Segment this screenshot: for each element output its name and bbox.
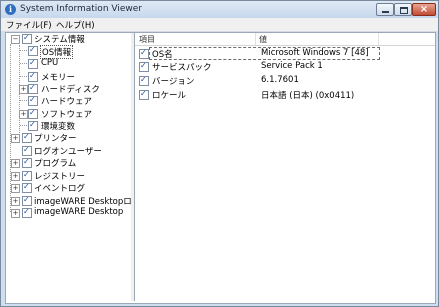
expand-icon[interactable]: +	[19, 85, 28, 94]
expand-icon[interactable]: +	[11, 159, 20, 168]
tree-connector-line	[20, 125, 27, 126]
client-area: − システム情報 OS情報 CPU メモリー +	[5, 32, 436, 304]
row-checkbox[interactable]	[139, 89, 149, 100]
tree-checkbox[interactable]	[28, 108, 38, 119]
tree-checkbox[interactable]	[28, 95, 38, 106]
expand-icon[interactable]: +	[19, 110, 28, 119]
list-row-version[interactable]: バージョン 6.1.7601	[135, 74, 435, 87]
tree-checkbox[interactable]	[28, 58, 38, 69]
list-row-service-pack[interactable]: サービスパック Service Pack 1	[135, 60, 435, 73]
info-app-icon: i	[5, 4, 16, 15]
title-bar[interactable]: i System Information Viewer ×	[1, 1, 438, 18]
details-list[interactable]: 項目 値 OS名 Microsoft Windows 7 [48] サービスパッ…	[135, 33, 435, 301]
column-header-item[interactable]: 項目	[139, 34, 155, 45]
tree-checkbox[interactable]	[22, 207, 32, 218]
menu-bar: ファイル(F) ヘルプ(H)	[1, 18, 438, 32]
tree-connector-line	[20, 100, 27, 101]
column-divider[interactable]	[378, 33, 379, 45]
collapse-icon[interactable]: −	[11, 35, 20, 44]
row-checkbox[interactable]	[139, 48, 149, 59]
tree-checkbox[interactable]	[22, 33, 32, 44]
tree-item-label: imageWARE Desktopログフ	[34, 197, 132, 207]
list-row-os-name[interactable]: OS名 Microsoft Windows 7 [48]	[135, 47, 435, 60]
cell-value: 6.1.7601	[261, 75, 299, 85]
cell-value: Service Pack 1	[261, 61, 323, 71]
tree-checkbox[interactable]	[22, 145, 32, 156]
category-tree[interactable]: − システム情報 OS情報 CPU メモリー +	[6, 33, 132, 301]
tree-item-label: ハードディスク	[41, 85, 100, 95]
tree-item-label: レジストリー	[34, 172, 86, 182]
expand-icon[interactable]: +	[11, 197, 20, 206]
tree-connector-line	[20, 76, 27, 77]
cell-item: ロケール	[152, 91, 187, 101]
expand-icon[interactable]: +	[11, 209, 20, 218]
list-header: 項目 値	[135, 33, 435, 46]
tree-checkbox[interactable]	[22, 182, 32, 193]
tree-connector-line	[20, 50, 27, 51]
close-button[interactable]: ×	[412, 3, 436, 16]
tree-item-label: imageWARE Desktop	[34, 207, 124, 217]
tree-item-label: ログオンユーザー	[34, 147, 102, 157]
menu-help[interactable]: ヘルプ(H)	[56, 19, 95, 31]
tree-checkbox[interactable]	[22, 170, 32, 181]
app-window: i System Information Viewer × ファイル(F) ヘル…	[0, 0, 439, 307]
expand-icon[interactable]: +	[11, 134, 20, 143]
tree-item-label: ソフトウェア	[41, 110, 93, 120]
tree-item-label: 環境変数	[41, 122, 76, 132]
cell-value: Microsoft Windows 7 [48]	[261, 48, 369, 58]
cell-item: OS名	[152, 50, 173, 60]
tree-item-label: プログラム	[34, 159, 77, 169]
close-icon: ×	[419, 4, 429, 15]
tree-checkbox[interactable]	[22, 195, 32, 206]
column-header-value[interactable]: 値	[259, 34, 267, 45]
tree-checkbox[interactable]	[22, 132, 32, 143]
tree-connector-line	[20, 63, 27, 64]
expand-icon[interactable]: +	[11, 184, 20, 193]
maximize-button[interactable]	[394, 3, 412, 16]
tree-item-label: ハードウェア	[41, 97, 93, 107]
tree-checkbox[interactable]	[28, 71, 38, 82]
tree-item-label: イベントログ	[34, 184, 86, 194]
tree-item-label: システム情報	[34, 35, 85, 45]
tree-item-label: プリンター	[34, 134, 77, 144]
tree-item-label: OS情報	[40, 45, 74, 59]
cell-item: バージョン	[152, 77, 195, 87]
row-checkbox[interactable]	[139, 75, 149, 86]
tree-checkbox[interactable]	[22, 157, 32, 168]
cell-item: サービスパック	[152, 63, 212, 73]
window-title: System Information Viewer	[20, 4, 142, 14]
tree-checkbox[interactable]	[28, 83, 38, 94]
tree-item-label: メモリー	[41, 73, 76, 83]
tree-item-label: CPU	[41, 58, 59, 68]
cell-value: 日本語 (日本) (0x0411)	[261, 91, 355, 101]
tree-checkbox[interactable]	[28, 120, 38, 131]
expand-icon[interactable]: +	[11, 172, 20, 181]
menu-file[interactable]: ファイル(F)	[6, 19, 52, 31]
minimize-button[interactable]	[376, 3, 394, 16]
list-row-locale[interactable]: ロケール 日本語 (日本) (0x0411)	[135, 88, 435, 101]
tree-checkbox[interactable]	[28, 45, 38, 56]
column-divider[interactable]	[255, 33, 256, 45]
row-checkbox[interactable]	[139, 61, 149, 72]
